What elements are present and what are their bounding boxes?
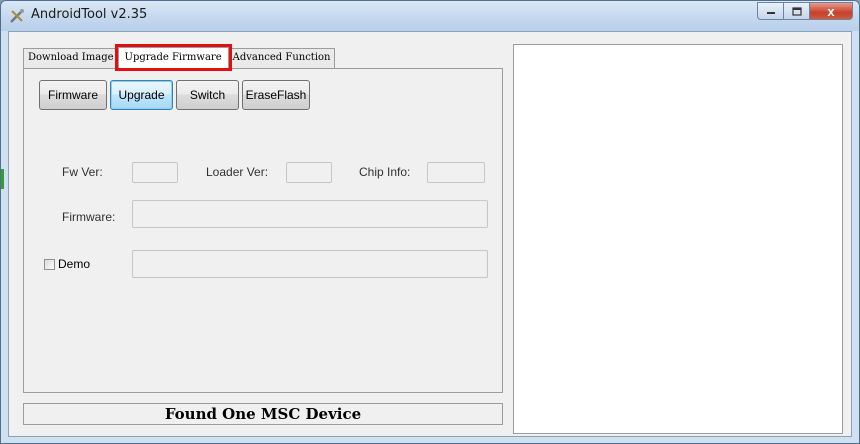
minimize-button[interactable] bbox=[757, 2, 783, 20]
left-edge-indicator bbox=[1, 169, 4, 189]
loader-ver-field bbox=[286, 162, 332, 183]
chip-info-field bbox=[427, 162, 485, 183]
close-button[interactable]: x bbox=[809, 2, 853, 20]
fw-ver-field bbox=[132, 162, 178, 183]
demo-checkbox-box[interactable] bbox=[44, 258, 55, 270]
firmware-path-field[interactable] bbox=[132, 200, 488, 228]
firmware-path-label: Firmware: bbox=[62, 210, 116, 224]
action-buttons: Firmware Upgrade Switch EraseFlash bbox=[39, 80, 313, 110]
log-panel[interactable] bbox=[513, 44, 843, 434]
firmware-button[interactable]: Firmware bbox=[39, 80, 107, 110]
tab-upgrade-firmware[interactable]: Upgrade Firmware bbox=[114, 44, 232, 71]
tab-advanced-function[interactable]: Advanced Function bbox=[227, 48, 336, 68]
app-window: AndroidTool v2.35 x Download Image Upgra… bbox=[0, 0, 860, 444]
demo-checkbox[interactable]: Demo bbox=[44, 257, 90, 271]
upgrade-button[interactable]: Upgrade bbox=[110, 80, 173, 110]
maximize-button[interactable] bbox=[783, 2, 809, 20]
demo-path-field[interactable] bbox=[132, 250, 488, 278]
loader-ver-label: Loader Ver: bbox=[206, 165, 269, 179]
erase-flash-button[interactable]: EraseFlash bbox=[242, 80, 310, 110]
demo-checkbox-label: Demo bbox=[58, 257, 91, 271]
tab-strip: Download Image Upgrade Firmware Advanced… bbox=[23, 44, 336, 71]
window-title: AndroidTool v2.35 bbox=[31, 7, 148, 22]
window-controls: x bbox=[757, 2, 853, 20]
client-area: Download Image Upgrade Firmware Advanced… bbox=[8, 31, 852, 437]
fw-ver-label: Fw Ver: bbox=[62, 165, 103, 179]
switch-button[interactable]: Switch bbox=[176, 80, 239, 110]
upgrade-firmware-panel: Firmware Upgrade Switch EraseFlash Fw Ve… bbox=[23, 68, 503, 393]
minimize-icon bbox=[766, 12, 775, 14]
tab-download-image[interactable]: Download Image bbox=[23, 48, 119, 68]
tools-icon bbox=[10, 9, 24, 23]
maximize-icon bbox=[791, 6, 802, 16]
chip-info-label: Chip Info: bbox=[359, 165, 411, 179]
status-bar: Found One MSC Device bbox=[23, 403, 503, 425]
close-icon: x bbox=[827, 3, 835, 19]
title-bar[interactable]: AndroidTool v2.35 x bbox=[1, 1, 859, 31]
